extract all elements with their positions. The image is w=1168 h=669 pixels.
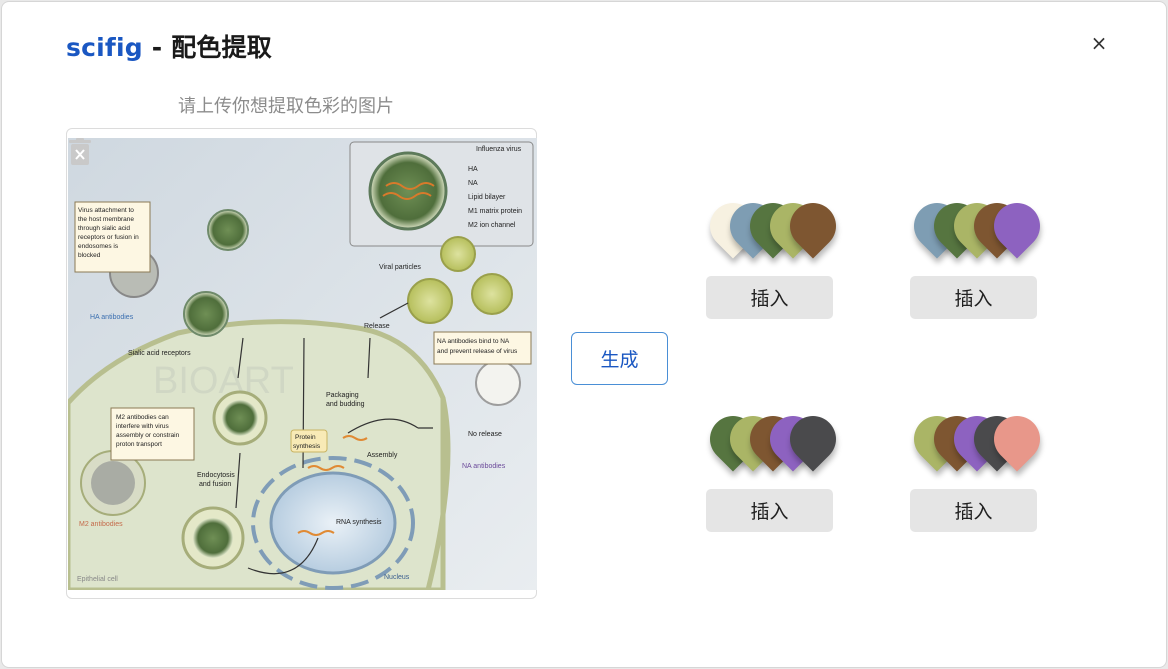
img-label-m2-antibodies: M2 antibodies xyxy=(79,521,123,528)
img-note-attach-3: through sialic acid xyxy=(78,225,130,232)
img-note-m2-2: interfere with virus xyxy=(116,423,169,430)
img-label-m1: M1 matrix protein xyxy=(468,208,522,215)
img-label-packaging-2: and budding xyxy=(326,401,365,408)
img-label-no-release: No release xyxy=(468,431,502,438)
palette-swatches xyxy=(700,193,866,265)
palette-swatches xyxy=(904,193,1070,265)
close-icon[interactable]: × xyxy=(1088,32,1110,54)
img-note-attach-6: blocked xyxy=(78,252,101,259)
img-label-na: NA xyxy=(468,180,478,187)
img-label-lipid: Lipid bilayer xyxy=(468,194,506,201)
img-label-release: Release xyxy=(364,323,390,330)
img-label-protein-2: synthesis xyxy=(293,443,321,450)
img-note-na-2: and prevent release of virus xyxy=(437,348,518,355)
palette-2: 插入 xyxy=(904,193,1070,323)
img-label-protein-1: Protein xyxy=(295,434,316,441)
generate-button[interactable]: 生成 xyxy=(571,332,668,385)
insert-button[interactable]: 插入 xyxy=(706,489,833,532)
insert-button[interactable]: 插入 xyxy=(910,276,1037,319)
palette-swatches xyxy=(904,406,1070,478)
trash-icon[interactable] xyxy=(68,138,92,166)
dialog-title-text: - 配色提取 xyxy=(142,33,272,62)
img-note-attach-4: receptors or fusion in xyxy=(78,234,139,241)
insert-button[interactable]: 插入 xyxy=(910,489,1037,532)
img-label-endocytosis-1: Endocytosis xyxy=(197,472,235,479)
img-note-attach-2: the host membrane xyxy=(78,216,134,223)
color-extract-dialog: scifig - 配色提取 × 请上传你想提取色彩的图片 BIOART Infl… xyxy=(1,1,1167,668)
img-label-packaging-1: Packaging xyxy=(326,392,359,399)
img-note-attach-5: endosomes is xyxy=(78,243,119,250)
img-label-endocytosis-2: and fusion xyxy=(199,481,231,488)
insert-button[interactable]: 插入 xyxy=(706,276,833,319)
palette-swatches xyxy=(700,406,866,478)
uploaded-image: BIOART Influenza virus HA NA Lipid bilay… xyxy=(68,138,537,590)
brand-name: scifig xyxy=(66,33,143,62)
upload-hint: 请上传你想提取色彩的图片 xyxy=(178,96,394,117)
watermark: BIOART xyxy=(153,360,294,402)
img-note-m2-3: assembly or constrain xyxy=(116,432,180,439)
img-label-na-antibodies: NA antibodies xyxy=(462,463,506,470)
img-label-m2: M2 ion channel xyxy=(468,222,516,229)
img-label-ha: HA xyxy=(468,166,478,173)
img-label-viral-particles: Viral particles xyxy=(379,264,421,271)
image-upload-area[interactable]: BIOART Influenza virus HA NA Lipid bilay… xyxy=(66,128,537,599)
palette-3: 插入 xyxy=(700,406,866,536)
dialog-title: scifig - 配色提取 xyxy=(66,28,272,64)
img-note-na-1: NA antibodies bind to NA xyxy=(437,338,510,345)
palette-1: 插入 xyxy=(700,193,866,323)
img-note-attach-1: Virus attachment to xyxy=(78,207,134,214)
palette-4: 插入 xyxy=(904,406,1070,536)
img-label-epithelial: Epithelial cell xyxy=(77,576,118,583)
img-label-rna: RNA synthesis xyxy=(336,519,382,526)
img-label-assembly: Assembly xyxy=(367,452,398,459)
img-note-m2-1: M2 antibodies can xyxy=(116,414,169,421)
img-label-influenza: Influenza virus xyxy=(476,146,522,153)
img-note-m2-4: proton transport xyxy=(116,441,162,448)
img-label-sialic: Sialic acid receptors xyxy=(128,350,191,357)
img-label-nucleus: Nucleus xyxy=(384,574,410,581)
img-label-ha-antibodies: HA antibodies xyxy=(90,314,134,321)
